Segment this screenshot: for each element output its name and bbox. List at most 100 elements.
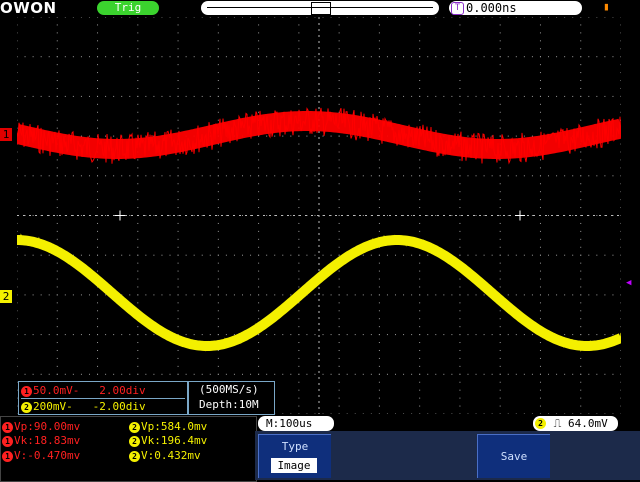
- grid-dot: [459, 222, 461, 224]
- center-axis: [318, 203, 320, 205]
- grid-dot: [17, 222, 18, 224]
- grid-dot: [370, 413, 372, 414]
- grid-dot: [298, 405, 300, 407]
- grid-dot: [113, 135, 115, 137]
- grid-dot: [499, 365, 501, 367]
- center-axis: [539, 215, 541, 216]
- ch1-level-marker[interactable]: 1: [0, 128, 12, 141]
- trigger-readout[interactable]: 2 ⎍ 64.0mV: [533, 416, 618, 431]
- waveform-display[interactable]: [17, 17, 621, 414]
- grid-dot: [17, 278, 18, 280]
- ch2-level-marker[interactable]: 2: [0, 290, 12, 303]
- grid-dot: [507, 215, 509, 216]
- grid-dot: [209, 95, 211, 97]
- grid-dot: [596, 334, 598, 336]
- grid-dot: [580, 64, 582, 66]
- ch2-v: 2 V:0.432mv: [129, 448, 201, 463]
- grid-dot: [443, 294, 445, 296]
- center-axis: [318, 107, 320, 109]
- grid-dot: [475, 334, 477, 336]
- grid-dot: [604, 56, 606, 58]
- grid-dot: [378, 191, 380, 193]
- grid-dot: [378, 143, 380, 145]
- grid-dot: [258, 167, 260, 169]
- grid-dot: [241, 373, 243, 375]
- grid-dot: [266, 334, 268, 336]
- grid-dot: [572, 17, 574, 18]
- grid-dot: [531, 17, 533, 18]
- grid-dot: [177, 199, 179, 201]
- ch2-settings-row[interactable]: 2 200mV- -2.00div: [21, 399, 185, 414]
- grid-dot: [604, 334, 606, 336]
- grid-dot: [515, 413, 517, 414]
- grid-dot: [346, 56, 348, 58]
- grid-dot: [97, 48, 99, 50]
- center-axis: [365, 215, 367, 216]
- grid-dot: [548, 95, 550, 97]
- center-axis: [59, 215, 61, 216]
- grid-dot: [48, 95, 50, 97]
- grid-dot: [258, 143, 260, 145]
- grid-dot: [137, 183, 139, 185]
- center-axis: [53, 215, 55, 216]
- center-axis: [318, 101, 320, 103]
- grid-dot: [129, 17, 131, 18]
- grid-dot: [338, 48, 340, 50]
- grid-dot: [330, 175, 332, 177]
- grid-dot: [378, 111, 380, 113]
- grid-dot: [306, 17, 308, 18]
- center-axis: [497, 215, 499, 216]
- grid-dot: [298, 135, 300, 137]
- memory-timeline[interactable]: [201, 1, 439, 15]
- type-button[interactable]: Type Image: [258, 434, 331, 478]
- ch1-settings-row[interactable]: 1 50.0mV- 2.00div: [21, 383, 185, 399]
- grid-dot: [290, 334, 292, 336]
- grid-dot: [17, 191, 18, 193]
- grid-dot: [129, 373, 131, 375]
- grid-dot: [612, 95, 614, 97]
- grid-dot: [531, 215, 533, 216]
- grid-dot: [419, 373, 421, 375]
- grid-dot: [459, 397, 461, 399]
- center-axis: [305, 215, 307, 216]
- grid-dot: [572, 254, 574, 256]
- center-axis: [173, 215, 175, 216]
- grid-dot: [217, 357, 219, 359]
- run-state-badge[interactable]: Trig: [97, 1, 159, 15]
- grid-dot: [378, 286, 380, 288]
- center-axis: [533, 215, 535, 216]
- grid-dot: [459, 349, 461, 351]
- grid-dot: [274, 254, 276, 256]
- grid-dot: [620, 373, 621, 375]
- grid-dot: [620, 405, 621, 407]
- grid-dot: [97, 222, 99, 224]
- grid-dot: [338, 373, 340, 375]
- grid-dot: [217, 151, 219, 153]
- grid-dot: [137, 64, 139, 66]
- grid-dot: [419, 175, 421, 177]
- grid-dot: [274, 294, 276, 296]
- trigger-level-arrow-icon[interactable]: ◀: [626, 279, 634, 288]
- grid-dot: [217, 64, 219, 66]
- center-axis: [318, 35, 320, 37]
- grid-dot: [56, 207, 58, 209]
- save-button[interactable]: Save: [477, 434, 550, 478]
- timebase-readout[interactable]: M:100us: [258, 416, 334, 431]
- grid-dot: [620, 199, 621, 201]
- grid-dot: [499, 95, 501, 97]
- grid-dot: [548, 175, 550, 177]
- grid-dot: [499, 310, 501, 312]
- timeline-window[interactable]: [311, 2, 331, 15]
- grid-dot: [539, 95, 541, 97]
- grid-dot: [419, 56, 421, 58]
- grid-dot: [258, 302, 260, 304]
- grid-dot: [241, 95, 243, 97]
- grid-dot: [193, 215, 195, 216]
- horizontal-position-readout[interactable]: T 0.000ns: [449, 1, 582, 15]
- center-axis: [491, 215, 493, 216]
- center-axis: [449, 215, 451, 216]
- grid-dot: [419, 381, 421, 383]
- center-axis: [318, 377, 320, 379]
- grid-dot: [80, 373, 82, 375]
- grid-dot: [97, 32, 99, 34]
